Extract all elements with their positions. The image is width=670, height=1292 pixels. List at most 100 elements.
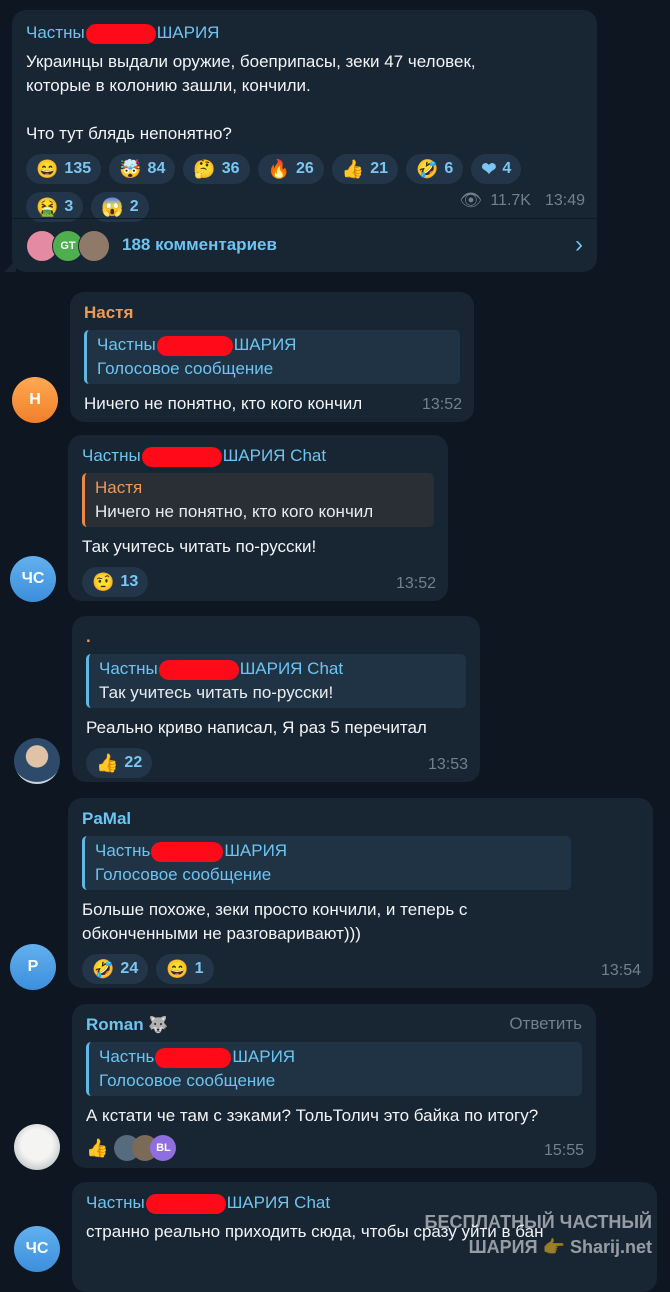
avatar: BL bbox=[150, 1135, 177, 1161]
thinking-emoji-icon: 🤔 bbox=[193, 158, 216, 179]
heart-icon: ❤ bbox=[481, 158, 497, 179]
quote-text: Голосовое сообщение bbox=[95, 865, 272, 884]
quote-text: Ничего не понятно, кто кого кончил bbox=[95, 502, 374, 521]
quote-author: Настя bbox=[95, 478, 143, 497]
message-text: Больше похоже, зеки просто кончили, и те… bbox=[82, 900, 468, 943]
message-time: 13:52 bbox=[395, 575, 436, 592]
avatar[interactable]: ЧС bbox=[14, 1226, 60, 1272]
reaction-count: 26 bbox=[295, 160, 314, 177]
redaction-mark bbox=[158, 659, 239, 680]
quote-author: Частнь ШАРИЯ bbox=[99, 1047, 296, 1068]
thumbs-up-icon: 👍 bbox=[86, 1137, 109, 1158]
rofl-emoji-icon: 🤣 bbox=[416, 158, 439, 179]
message-author[interactable]: Roman 🐺 bbox=[86, 1014, 582, 1036]
reaction-count: 3 bbox=[64, 198, 74, 215]
reaction-count: 135 bbox=[64, 160, 92, 177]
quote-author: Частнь ШАРИЯ bbox=[95, 841, 288, 862]
message-time: 15:55 bbox=[543, 1142, 584, 1159]
reaction-count: 2 bbox=[129, 198, 139, 215]
reaction-count: 4 bbox=[502, 160, 512, 177]
reaction-chip[interactable]: 🤣 6 bbox=[406, 154, 464, 184]
message-author[interactable]: . bbox=[86, 626, 466, 648]
reaction-chip[interactable]: 👍 21 bbox=[331, 154, 398, 184]
message-text: Ничего не понятно, кто кого кончил bbox=[84, 394, 363, 413]
reaction-chip[interactable]: 🤔 36 bbox=[183, 154, 250, 184]
comments-label: 188 комментариев bbox=[122, 235, 277, 254]
post-views: 11.7K bbox=[490, 191, 531, 209]
quote-author: Частны ШАРИЯ Chat bbox=[99, 659, 344, 680]
thumbs-up-icon: 👍 bbox=[341, 158, 365, 179]
post-meta: 👁 11.7K 13:49 bbox=[459, 190, 585, 211]
chevron-right-icon: › bbox=[575, 231, 583, 258]
message-text: Реально криво написал, Я раз 5 перечитал bbox=[86, 718, 427, 737]
post-text: Украинцы выдали оружие, боеприпасы, зеки… bbox=[26, 52, 476, 143]
message-text: А кстати че там с зэками? ТольТолич это … bbox=[86, 1106, 539, 1125]
grin-emoji-icon: 😄 bbox=[36, 158, 59, 179]
reply-quote[interactable]: Частнь ШАРИЯ Голосовое сообщение bbox=[82, 836, 571, 890]
message-bubble: Частны ШАРИЯ Chat Настя Ничего не понятно… bbox=[68, 435, 448, 601]
message-time: 13:52 bbox=[421, 396, 462, 413]
reaction-chip[interactable]: 👍 22 bbox=[86, 748, 153, 778]
reply-quote[interactable]: Частнь ШАРИЯ Голосовое сообщение bbox=[86, 1042, 582, 1096]
divider bbox=[12, 218, 597, 219]
reaction-chip[interactable]: 🤯 84 bbox=[109, 154, 176, 184]
redaction-mark bbox=[141, 446, 222, 467]
reaction-chip[interactable]: 😄 1 bbox=[156, 954, 214, 984]
post-channel-name[interactable]: Частны ШАРИЯ bbox=[26, 22, 583, 44]
vomit-emoji-icon: 🤮 bbox=[36, 196, 59, 217]
redaction-mark bbox=[155, 1047, 232, 1068]
avatar[interactable] bbox=[14, 1124, 60, 1170]
redaction-mark bbox=[145, 1193, 226, 1214]
reaction-count: 84 bbox=[147, 160, 166, 177]
reaction-chip[interactable]: ❤ 4 bbox=[471, 154, 522, 184]
message-bubble: Настя Частны ШАРИЯ Голосовое сообщение Ни… bbox=[70, 292, 474, 422]
reply-quote[interactable]: Настя Ничего не понятно, кто кого кончил bbox=[82, 473, 434, 527]
avatar[interactable]: P bbox=[10, 944, 56, 990]
message-time: 13:53 bbox=[427, 756, 468, 773]
reply-quote[interactable]: Частны ШАРИЯ Chat Так учитесь читать по-р… bbox=[86, 654, 466, 708]
comments-button[interactable]: GT 188 комментариев › bbox=[26, 228, 583, 262]
redaction-mark bbox=[156, 335, 233, 356]
raised-eyebrow-emoji-icon: 🤨 bbox=[92, 571, 115, 592]
message-author[interactable]: Настя bbox=[84, 302, 460, 324]
message-author[interactable]: PaMal bbox=[82, 808, 639, 830]
commenter-avatars: GT bbox=[26, 229, 110, 262]
fire-emoji-icon: 🔥 bbox=[267, 158, 290, 179]
avatar[interactable] bbox=[14, 738, 60, 784]
post-time: 13:49 bbox=[544, 191, 585, 209]
quote-text: Голосовое сообщение bbox=[97, 359, 274, 378]
message-bubble: . Частны ШАРИЯ Chat Так учитесь читать по… bbox=[72, 616, 480, 782]
exploding-head-emoji-icon: 🤯 bbox=[119, 158, 142, 179]
quote-text: Так учитесь читать по-русски! bbox=[99, 683, 334, 702]
reaction-count: 6 bbox=[444, 160, 454, 177]
post-reactions: 😄 135 🤯 84 🤔 36 🔥 26 👍 21 🤣 6 ❤ 4 🤮 3 😱 2 bbox=[26, 154, 586, 222]
reaction-count: 21 bbox=[370, 160, 388, 177]
reaction-chip[interactable]: 🔥 26 bbox=[257, 154, 324, 184]
scream-emoji-icon: 😱 bbox=[101, 196, 124, 217]
reaction-chip[interactable]: 😄 135 bbox=[26, 154, 102, 184]
grin-emoji-icon: 😄 bbox=[166, 958, 189, 979]
message-bubble: Roman 🐺 Ответить Частнь ШАРИЯ Голосовое с… bbox=[72, 1004, 596, 1168]
avatar[interactable]: Н bbox=[12, 377, 58, 423]
husky-icon: 🐺 bbox=[148, 1017, 169, 1034]
message-bubble: PaMal Частнь ШАРИЯ Голосовое сообщение Бо… bbox=[68, 798, 653, 988]
reply-quote[interactable]: Частны ШАРИЯ Голосовое сообщение bbox=[84, 330, 460, 384]
quote-author: Частны ШАРИЯ bbox=[97, 335, 297, 356]
redaction-mark bbox=[85, 23, 156, 44]
views-icon: 👁 bbox=[459, 190, 483, 210]
avatar[interactable]: ЧС bbox=[10, 556, 56, 602]
message-reactions: 🤨 13 bbox=[82, 567, 434, 597]
reply-button[interactable]: Ответить bbox=[509, 1014, 582, 1034]
redaction-mark bbox=[151, 841, 224, 862]
rofl-emoji-icon: 🤣 bbox=[92, 958, 115, 979]
message-author[interactable]: Частны ШАРИЯ Chat bbox=[82, 445, 434, 467]
reaction-row[interactable]: 👍 BL bbox=[86, 1134, 582, 1162]
thumbs-up-icon: 👍 bbox=[96, 752, 119, 773]
avatar bbox=[78, 230, 110, 262]
message-reactions: 👍 22 bbox=[86, 748, 466, 778]
reaction-chip[interactable]: 🤨 13 bbox=[82, 567, 149, 597]
reaction-chip[interactable]: 🤣 24 bbox=[82, 954, 149, 984]
message-time: 13:54 bbox=[600, 962, 641, 979]
message-reactions: 🤣 24 😄 1 bbox=[82, 954, 639, 984]
watermark: БЕСПЛАТНЫЙ ЧАСТНЫЙ ШАРИЯ 👉 Sharij.net bbox=[424, 1212, 652, 1257]
